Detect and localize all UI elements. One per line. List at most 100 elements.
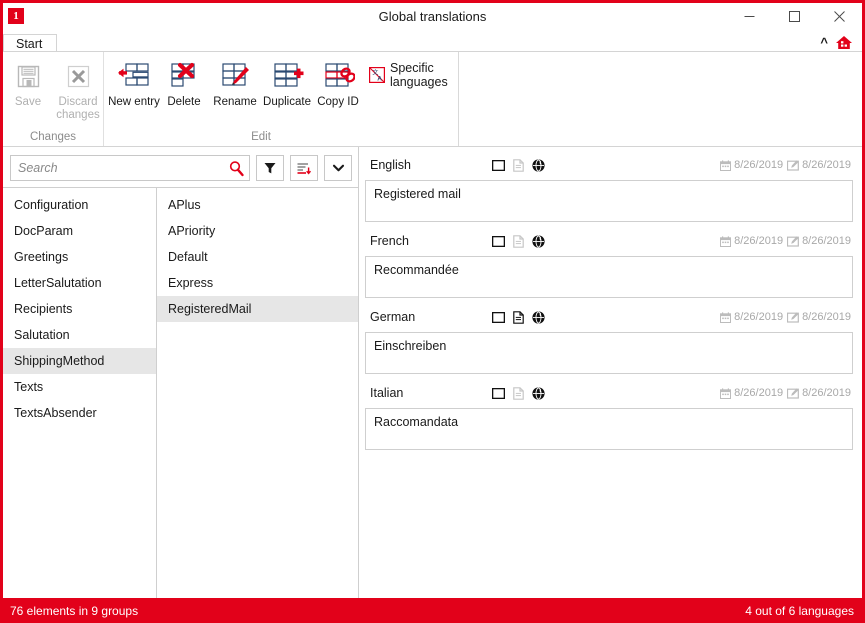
lists-container: Configuration DocParam Greetings LetterSalu… <box>3 187 358 598</box>
created-date-group: 8/26/2019 <box>720 235 783 247</box>
translation-meta: 8/26/2019 8/26/2019 <box>720 235 851 247</box>
translation-scope-icons <box>492 158 545 172</box>
group-item-texts[interactable]: Texts <box>3 374 156 400</box>
translation-text-input[interactable]: Einschreiben <box>365 332 853 374</box>
close-button[interactable] <box>817 3 862 29</box>
window-controls <box>727 3 862 29</box>
new-entry-icon <box>117 59 151 93</box>
search-icon[interactable] <box>228 160 245 177</box>
globe-icon-button[interactable] <box>532 234 545 248</box>
group-item-textsabsender[interactable]: TextsAbsender <box>3 400 156 426</box>
language-name: Italian <box>370 386 404 400</box>
list-item-label: DocParam <box>14 224 74 238</box>
search-box[interactable] <box>10 155 250 181</box>
globe-icon <box>532 234 545 248</box>
discard-changes-button[interactable]: Discard changes <box>53 56 103 122</box>
ribbon-group-edit-label: Edit <box>251 131 271 143</box>
translation-scope-icons <box>492 310 545 324</box>
specific-languages-label: Specific languages <box>390 61 448 89</box>
sort-button[interactable] <box>290 155 318 181</box>
minimize-icon <box>744 15 755 17</box>
document-icon <box>513 234 524 248</box>
save-button[interactable]: Save <box>3 56 53 109</box>
document-icon-button[interactable] <box>513 386 524 400</box>
screen-icon-button[interactable] <box>492 387 505 399</box>
list-item-label: APlus <box>168 198 201 212</box>
chevron-down-icon <box>332 164 344 172</box>
edit-icon <box>787 387 799 399</box>
document-icon-button[interactable] <box>513 234 524 248</box>
translation-meta: 8/26/2019 8/26/2019 <box>720 311 851 323</box>
groups-list[interactable]: Configuration DocParam Greetings LetterSalu… <box>3 187 157 598</box>
ribbon-tab-strip: Start ^ <box>3 29 862 51</box>
delete-button[interactable]: Delete <box>159 56 209 109</box>
group-item-recipients[interactable]: Recipients <box>3 296 156 322</box>
document-icon <box>513 386 524 400</box>
translations-pane[interactable]: English 8/26/2019 8/26/2019 Registered ma… <box>359 147 862 598</box>
title-bar: 1 Global translations <box>3 3 862 29</box>
entries-list[interactable]: APlus APriority Default Express RegisteredMa… <box>157 187 358 598</box>
group-item-lettersalutation[interactable]: LetterSalutation <box>3 270 156 296</box>
ribbon-filler <box>459 52 862 146</box>
group-item-salutation[interactable]: Salutation <box>3 322 156 348</box>
language-name: German <box>370 310 416 324</box>
group-item-configuration[interactable]: Configuration <box>3 192 156 218</box>
entry-item-default[interactable]: Default <box>157 244 358 270</box>
group-item-greetings[interactable]: Greetings <box>3 244 156 270</box>
copy-id-icon <box>321 59 355 93</box>
screen-icon <box>492 387 505 399</box>
screen-icon-button[interactable] <box>492 311 505 323</box>
home-icon[interactable] <box>835 35 853 50</box>
duplicate-button[interactable]: Duplicate <box>261 56 313 109</box>
maximize-button[interactable] <box>772 3 817 29</box>
search-row <box>3 147 358 187</box>
app-icon: 1 <box>8 8 24 24</box>
document-icon <box>513 158 524 172</box>
globe-icon-button[interactable] <box>532 386 545 400</box>
translation-text-input[interactable]: Raccomandata <box>365 408 853 450</box>
entry-item-apriority[interactable]: APriority <box>157 218 358 244</box>
chevron-up-icon[interactable]: ^ <box>820 36 828 49</box>
translation-header: German 8/26/2019 8/26/2019 <box>365 307 853 327</box>
new-entry-button[interactable]: New entry <box>108 56 160 109</box>
document-icon-button[interactable] <box>513 158 524 172</box>
copy-id-button[interactable]: Copy ID <box>313 56 363 109</box>
globe-icon-button[interactable] <box>532 310 545 324</box>
new-entry-label: New entry <box>108 96 160 108</box>
created-date-group: 8/26/2019 <box>720 311 783 323</box>
translation-scope-icons <box>492 386 545 400</box>
tab-start[interactable]: Start <box>3 34 58 51</box>
filter-button[interactable] <box>256 155 284 181</box>
ribbon-tab-right-controls: ^ <box>820 35 862 51</box>
entry-item-express[interactable]: Express <box>157 270 358 296</box>
group-item-shippingmethod[interactable]: ShippingMethod <box>3 348 156 374</box>
created-date-group: 8/26/2019 <box>720 159 783 171</box>
globe-icon <box>532 310 545 324</box>
created-date: 8/26/2019 <box>734 311 784 323</box>
left-pane: Configuration DocParam Greetings LetterSalu… <box>3 147 359 598</box>
language-name: French <box>370 234 409 248</box>
translation-text-input[interactable]: Recommandée <box>365 256 853 298</box>
search-input[interactable] <box>18 161 228 175</box>
created-date: 8/26/2019 <box>734 235 784 247</box>
entry-item-aplus[interactable]: APlus <box>157 192 358 218</box>
rename-button[interactable]: Rename <box>209 56 261 109</box>
status-right-text: 4 out of 6 languages <box>745 603 854 618</box>
modified-date: 8/26/2019 <box>802 311 851 323</box>
translation-block-german: German 8/26/2019 8/26/2019 Einschreiben <box>365 307 853 374</box>
screen-icon-button[interactable] <box>492 235 505 247</box>
specific-languages-button[interactable]: 文 A Specific languages <box>365 61 458 89</box>
screen-icon-button[interactable] <box>492 159 505 171</box>
translation-text-input[interactable]: Registered mail <box>365 180 853 222</box>
document-icon <box>513 310 524 324</box>
more-options-button[interactable] <box>324 155 352 181</box>
entry-item-registeredmail[interactable]: RegisteredMail <box>157 296 358 322</box>
list-item-label: Configuration <box>14 198 89 212</box>
minimize-button[interactable] <box>727 3 772 29</box>
globe-icon <box>532 158 545 172</box>
globe-icon-button[interactable] <box>532 158 545 172</box>
modified-date: 8/26/2019 <box>802 159 851 171</box>
list-item-label: Default <box>168 250 208 264</box>
group-item-docparam[interactable]: DocParam <box>3 218 156 244</box>
document-icon-button[interactable] <box>513 310 524 324</box>
